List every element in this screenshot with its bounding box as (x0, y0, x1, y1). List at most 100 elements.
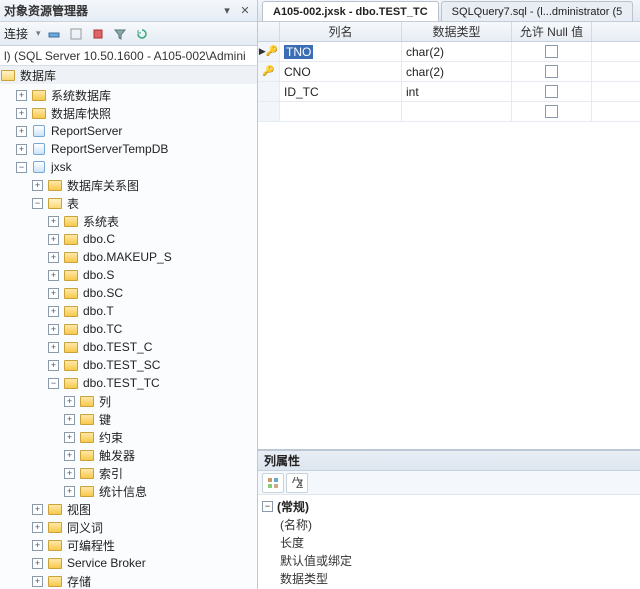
tree-node[interactable]: +约束 (0, 428, 257, 446)
tree-node[interactable]: +系统表 (0, 212, 257, 230)
row-selector[interactable]: ▶🔑 (258, 42, 280, 61)
collapse-icon[interactable]: − (48, 378, 59, 389)
expand-icon[interactable]: + (48, 234, 59, 245)
grid-row[interactable]: 🔑CNOchar(2) (258, 62, 640, 82)
expand-icon[interactable]: + (48, 342, 59, 353)
expand-icon[interactable]: + (32, 558, 43, 569)
grid-empty-row[interactable] (258, 102, 640, 122)
filter-button[interactable] (111, 25, 129, 43)
null-checkbox[interactable] (545, 105, 558, 118)
alphabetical-button[interactable]: AZ (286, 473, 308, 493)
databases-root[interactable]: 数据库 (0, 66, 257, 84)
tree-node[interactable]: +列 (0, 392, 257, 410)
document-tab[interactable]: SQLQuery7.sql - (l...dministrator (5 (441, 1, 634, 21)
tree-node[interactable]: +ReportServerTempDB (0, 140, 257, 158)
autohide-icon[interactable]: ✕ (237, 4, 253, 18)
collapse-icon[interactable]: − (32, 198, 43, 209)
expand-icon[interactable]: + (64, 486, 75, 497)
disconnect-button[interactable] (67, 25, 85, 43)
expand-icon[interactable]: + (48, 324, 59, 335)
expand-icon[interactable]: + (32, 504, 43, 515)
tree-node[interactable]: −表 (0, 194, 257, 212)
null-checkbox[interactable] (545, 45, 558, 58)
tree-node[interactable]: +dbo.S (0, 266, 257, 284)
empty-null-cell[interactable] (512, 102, 592, 121)
collapse-icon[interactable]: − (16, 162, 27, 173)
expand-icon[interactable]: + (64, 432, 75, 443)
tree-node[interactable]: +同义词 (0, 518, 257, 536)
tree-node[interactable]: +系统数据库 (0, 86, 257, 104)
tree-node[interactable]: +统计信息 (0, 482, 257, 500)
tree-node[interactable]: +视图 (0, 500, 257, 518)
tree-node[interactable]: +触发器 (0, 446, 257, 464)
expand-icon[interactable]: + (48, 288, 59, 299)
dropdown-icon[interactable]: ▾ (36, 28, 41, 39)
expand-icon[interactable]: + (32, 180, 43, 191)
tree-node[interactable]: +dbo.TEST_SC (0, 356, 257, 374)
expand-icon[interactable]: + (32, 576, 43, 587)
stop-button[interactable] (89, 25, 107, 43)
column-name-cell[interactable]: CNO (280, 62, 402, 81)
expand-icon[interactable]: + (64, 414, 75, 425)
property-category[interactable]: − (常规) (262, 497, 636, 515)
expand-icon[interactable]: + (64, 450, 75, 461)
column-type-cell[interactable]: char(2) (402, 62, 512, 81)
column-type-cell[interactable]: int (402, 82, 512, 101)
tree-node[interactable]: +键 (0, 410, 257, 428)
tree-node[interactable]: +dbo.SC (0, 284, 257, 302)
tree-node[interactable]: −dbo.TEST_TC (0, 374, 257, 392)
expand-icon[interactable]: + (16, 108, 27, 119)
tree-node[interactable]: +dbo.TEST_C (0, 338, 257, 356)
grid-header-null[interactable]: 允许 Null 值 (512, 22, 592, 41)
object-explorer-tree[interactable]: +系统数据库+数据库快照+ReportServer+ReportServerTe… (0, 84, 257, 589)
pin-icon[interactable]: ▾ (219, 4, 235, 18)
property-item[interactable]: 长度 (262, 533, 636, 551)
tree-node[interactable]: +dbo.T (0, 302, 257, 320)
tree-node[interactable]: +索引 (0, 464, 257, 482)
null-checkbox[interactable] (545, 65, 558, 78)
connect-button[interactable] (45, 25, 63, 43)
tree-node[interactable]: −jxsk (0, 158, 257, 176)
expand-icon[interactable]: + (64, 396, 75, 407)
column-name-cell[interactable]: TNO (280, 42, 402, 61)
row-selector[interactable]: 🔑 (258, 62, 280, 81)
expand-icon[interactable]: + (16, 90, 27, 101)
column-null-cell[interactable] (512, 62, 592, 81)
null-checkbox[interactable] (545, 85, 558, 98)
expand-icon[interactable]: + (32, 540, 43, 551)
column-null-cell[interactable] (512, 42, 592, 61)
column-name-cell[interactable]: ID_TC (280, 82, 402, 101)
tree-node[interactable]: +dbo.TC (0, 320, 257, 338)
column-type-cell[interactable]: char(2) (402, 42, 512, 61)
expand-icon[interactable]: + (64, 468, 75, 479)
grid-header-name[interactable]: 列名 (280, 22, 402, 41)
row-selector[interactable] (258, 102, 280, 121)
tree-node[interactable]: +存储 (0, 572, 257, 589)
tree-node[interactable]: +数据库快照 (0, 104, 257, 122)
categorized-button[interactable] (262, 473, 284, 493)
document-tab[interactable]: A105-002.jxsk - dbo.TEST_TC (262, 1, 439, 21)
expand-icon[interactable]: + (48, 252, 59, 263)
column-null-cell[interactable] (512, 82, 592, 101)
grid-row[interactable]: ▶🔑TNOchar(2) (258, 42, 640, 62)
expand-icon[interactable]: + (32, 522, 43, 533)
empty-name-cell[interactable] (280, 102, 402, 121)
empty-type-cell[interactable] (402, 102, 512, 121)
tree-node[interactable]: +dbo.C (0, 230, 257, 248)
property-item[interactable]: 数据类型 (262, 569, 636, 587)
expand-icon[interactable]: + (16, 126, 27, 137)
tree-node[interactable]: +dbo.MAKEUP_S (0, 248, 257, 266)
expand-icon[interactable]: + (48, 216, 59, 227)
row-selector[interactable] (258, 82, 280, 101)
property-item[interactable]: (名称) (262, 515, 636, 533)
tree-node[interactable]: +ReportServer (0, 122, 257, 140)
tree-node[interactable]: +可编程性 (0, 536, 257, 554)
collapse-icon[interactable]: − (262, 501, 273, 512)
grid-header-type[interactable]: 数据类型 (402, 22, 512, 41)
expand-icon[interactable]: + (48, 270, 59, 281)
expand-icon[interactable]: + (48, 306, 59, 317)
expand-icon[interactable]: + (48, 360, 59, 371)
property-item[interactable]: 默认值或绑定 (262, 551, 636, 569)
grid-row[interactable]: ID_TCint (258, 82, 640, 102)
refresh-button[interactable] (133, 25, 151, 43)
